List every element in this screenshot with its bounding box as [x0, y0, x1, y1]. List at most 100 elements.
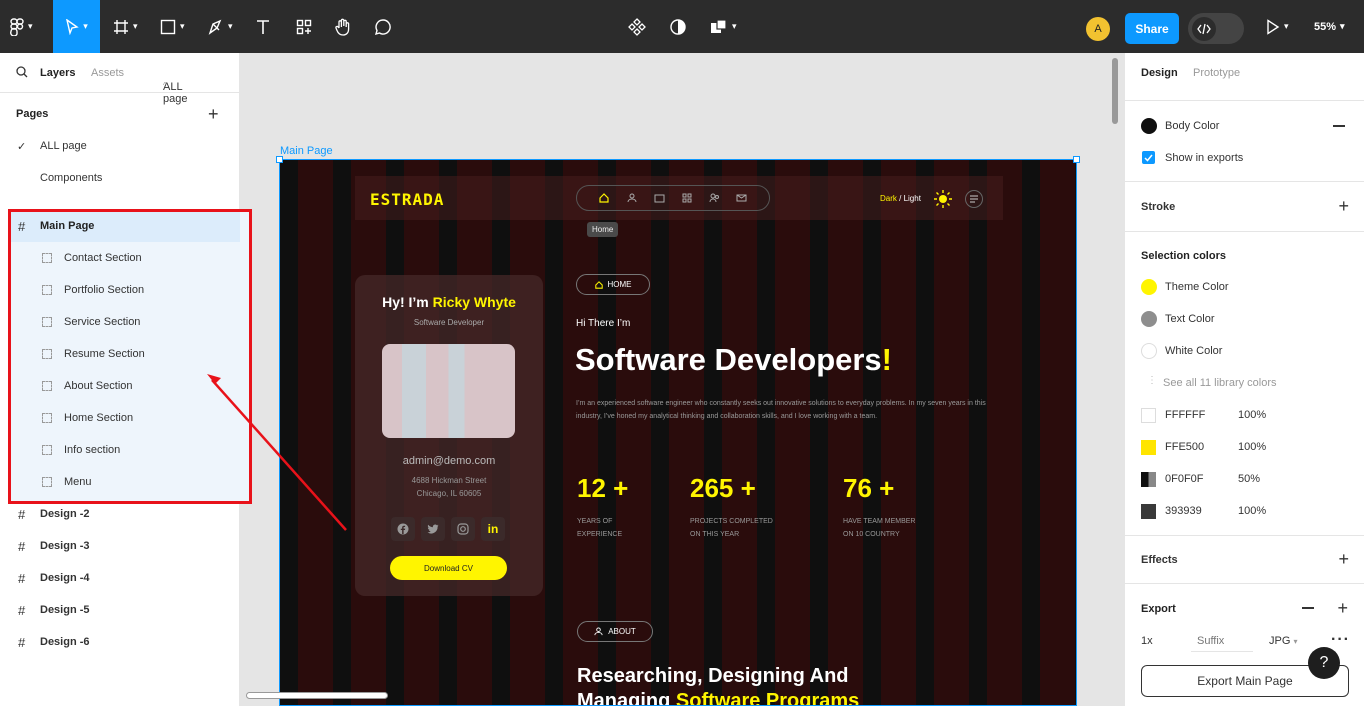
component-button[interactable] — [628, 0, 646, 53]
add-page-icon[interactable]: + — [208, 104, 219, 125]
effects-title: Effects — [1141, 554, 1178, 566]
library-color-name[interactable]: White Color — [1165, 345, 1222, 357]
zoom-menu[interactable]: 55% ▾ — [1314, 0, 1345, 53]
opacity-value[interactable]: 100% — [1238, 409, 1266, 421]
about-heading-2: Managing Software Programs — [577, 690, 860, 706]
text-color-swatch[interactable] — [1141, 311, 1157, 327]
cursor-icon — [65, 18, 79, 35]
layer-main-page[interactable]: # Main Page — [0, 210, 240, 242]
hand-tool[interactable] — [334, 0, 352, 53]
download-cv-button[interactable]: Download CV — [390, 556, 507, 580]
dev-mode-toggle[interactable] — [1188, 13, 1244, 44]
layer-design-4[interactable]: # Design -4 — [0, 562, 240, 594]
theme-toggle-label[interactable]: Dark / Light — [880, 194, 921, 203]
menu-toggle-icon[interactable] — [965, 190, 983, 208]
layer-design-6[interactable]: # Design -6 — [0, 626, 240, 658]
body-color-swatch[interactable] — [1141, 118, 1157, 134]
section-icon — [42, 477, 52, 487]
see-all-colors-link[interactable]: See all 11 library colors — [1163, 377, 1277, 389]
nav-resume-icon[interactable] — [654, 193, 665, 203]
tab-prototype[interactable]: Prototype — [1193, 67, 1240, 79]
fill-style-name[interactable]: Body Color — [1165, 120, 1219, 132]
linkedin-icon[interactable]: in — [481, 517, 505, 541]
resources-tool[interactable] — [296, 0, 312, 53]
opacity-value[interactable]: 50% — [1238, 473, 1260, 485]
site-nav — [576, 185, 770, 211]
layer-resume-section[interactable]: Resume Section — [0, 338, 240, 370]
white-color-swatch[interactable] — [1141, 343, 1157, 359]
text-tool[interactable] — [255, 0, 271, 53]
layer-design-5[interactable]: # Design -5 — [0, 594, 240, 626]
tab-layers[interactable]: Layers — [40, 67, 75, 79]
export-suffix-input[interactable] — [1191, 630, 1253, 652]
page-item-components[interactable]: Components — [0, 162, 240, 194]
show-in-exports-checkbox[interactable] — [1142, 151, 1155, 164]
layer-service-section[interactable]: Service Section — [0, 306, 240, 338]
facebook-icon[interactable] — [391, 517, 415, 541]
resize-handle[interactable] — [276, 156, 283, 163]
opacity-value[interactable]: 100% — [1238, 441, 1266, 453]
rectangle-icon — [160, 19, 176, 35]
remove-fill-icon[interactable] — [1333, 125, 1345, 127]
search-icon[interactable] — [16, 66, 28, 78]
horizontal-scrollbar[interactable] — [246, 692, 388, 699]
resize-handle[interactable] — [1073, 156, 1080, 163]
add-stroke-icon[interactable]: + — [1338, 197, 1349, 215]
hex-swatch[interactable] — [1141, 472, 1156, 487]
opacity-value[interactable]: 100% — [1238, 505, 1266, 517]
page-item-all[interactable]: ✓ ALL page — [0, 130, 240, 162]
instagram-icon[interactable] — [451, 517, 475, 541]
frame-tool[interactable]: ▾ — [113, 0, 138, 53]
mask-button[interactable] — [669, 0, 687, 53]
card-greeting: Hy! I’m Ricky Whyte — [382, 294, 516, 310]
hex-value[interactable]: 393939 — [1165, 505, 1202, 517]
site-logo[interactable]: ESTRADA — [370, 190, 444, 209]
shape-tool[interactable]: ▾ — [160, 0, 185, 53]
hex-value[interactable]: 0F0F0F — [1165, 473, 1204, 485]
section-icon — [42, 413, 52, 423]
theme-color-swatch[interactable] — [1141, 279, 1157, 295]
present-button[interactable]: ▾ — [1266, 0, 1289, 53]
hex-swatch[interactable] — [1141, 408, 1156, 423]
hex-value[interactable]: FFFFFF — [1165, 409, 1205, 421]
comment-tool[interactable] — [374, 0, 392, 53]
main-page-frame[interactable]: ESTRADA Home Dark / Light Hy! I’m Ricky … — [279, 159, 1077, 706]
stat-value: 76 + — [843, 473, 895, 503]
hex-swatch[interactable] — [1141, 440, 1156, 455]
tab-assets[interactable]: Assets — [91, 67, 124, 79]
library-color-name[interactable]: Text Color — [1165, 313, 1215, 325]
main-menu-button[interactable]: ▾ — [10, 0, 33, 53]
stat-value: 265 + — [690, 473, 756, 503]
add-effect-icon[interactable]: + — [1338, 550, 1349, 568]
nav-grid-icon[interactable] — [682, 193, 692, 203]
hex-value[interactable]: FFE500 — [1165, 441, 1204, 453]
pen-tool[interactable]: ▾ — [208, 0, 233, 53]
card-email[interactable]: admin@demo.com — [355, 455, 543, 467]
boolean-button[interactable]: ▾ — [710, 0, 737, 53]
nav-user-icon[interactable] — [627, 193, 637, 203]
library-color-name[interactable]: Theme Color — [1165, 281, 1229, 293]
move-tool[interactable]: ▾ — [53, 0, 100, 53]
layer-portfolio-section[interactable]: Portfolio Section — [0, 274, 240, 306]
tab-design[interactable]: Design — [1141, 67, 1178, 79]
frame-label[interactable]: Main Page — [280, 145, 333, 157]
section-icon — [42, 349, 52, 359]
layer-contact-section[interactable]: Contact Section — [0, 242, 240, 274]
annotation-arrow — [207, 374, 347, 531]
export-scale[interactable]: 1x — [1141, 635, 1153, 647]
help-icon[interactable]: ? — [1308, 647, 1340, 679]
remove-export-icon[interactable] — [1302, 607, 1314, 609]
export-format[interactable]: JPG ▾ — [1269, 635, 1297, 647]
more-options-icon[interactable]: ··· — [1331, 631, 1350, 649]
user-avatar[interactable]: A — [1086, 17, 1110, 41]
sun-icon[interactable] — [934, 190, 952, 208]
nav-team-icon[interactable] — [709, 193, 720, 203]
nav-mail-icon[interactable] — [736, 193, 747, 203]
hex-swatch[interactable] — [1141, 504, 1156, 519]
nav-home-icon[interactable] — [599, 193, 609, 203]
stat-value: 12 + — [577, 473, 629, 503]
twitter-icon[interactable] — [421, 517, 445, 541]
vertical-scrollbar[interactable] — [1112, 58, 1118, 124]
share-button[interactable]: Share — [1125, 13, 1179, 44]
add-export-icon[interactable]: + — [1337, 599, 1348, 617]
